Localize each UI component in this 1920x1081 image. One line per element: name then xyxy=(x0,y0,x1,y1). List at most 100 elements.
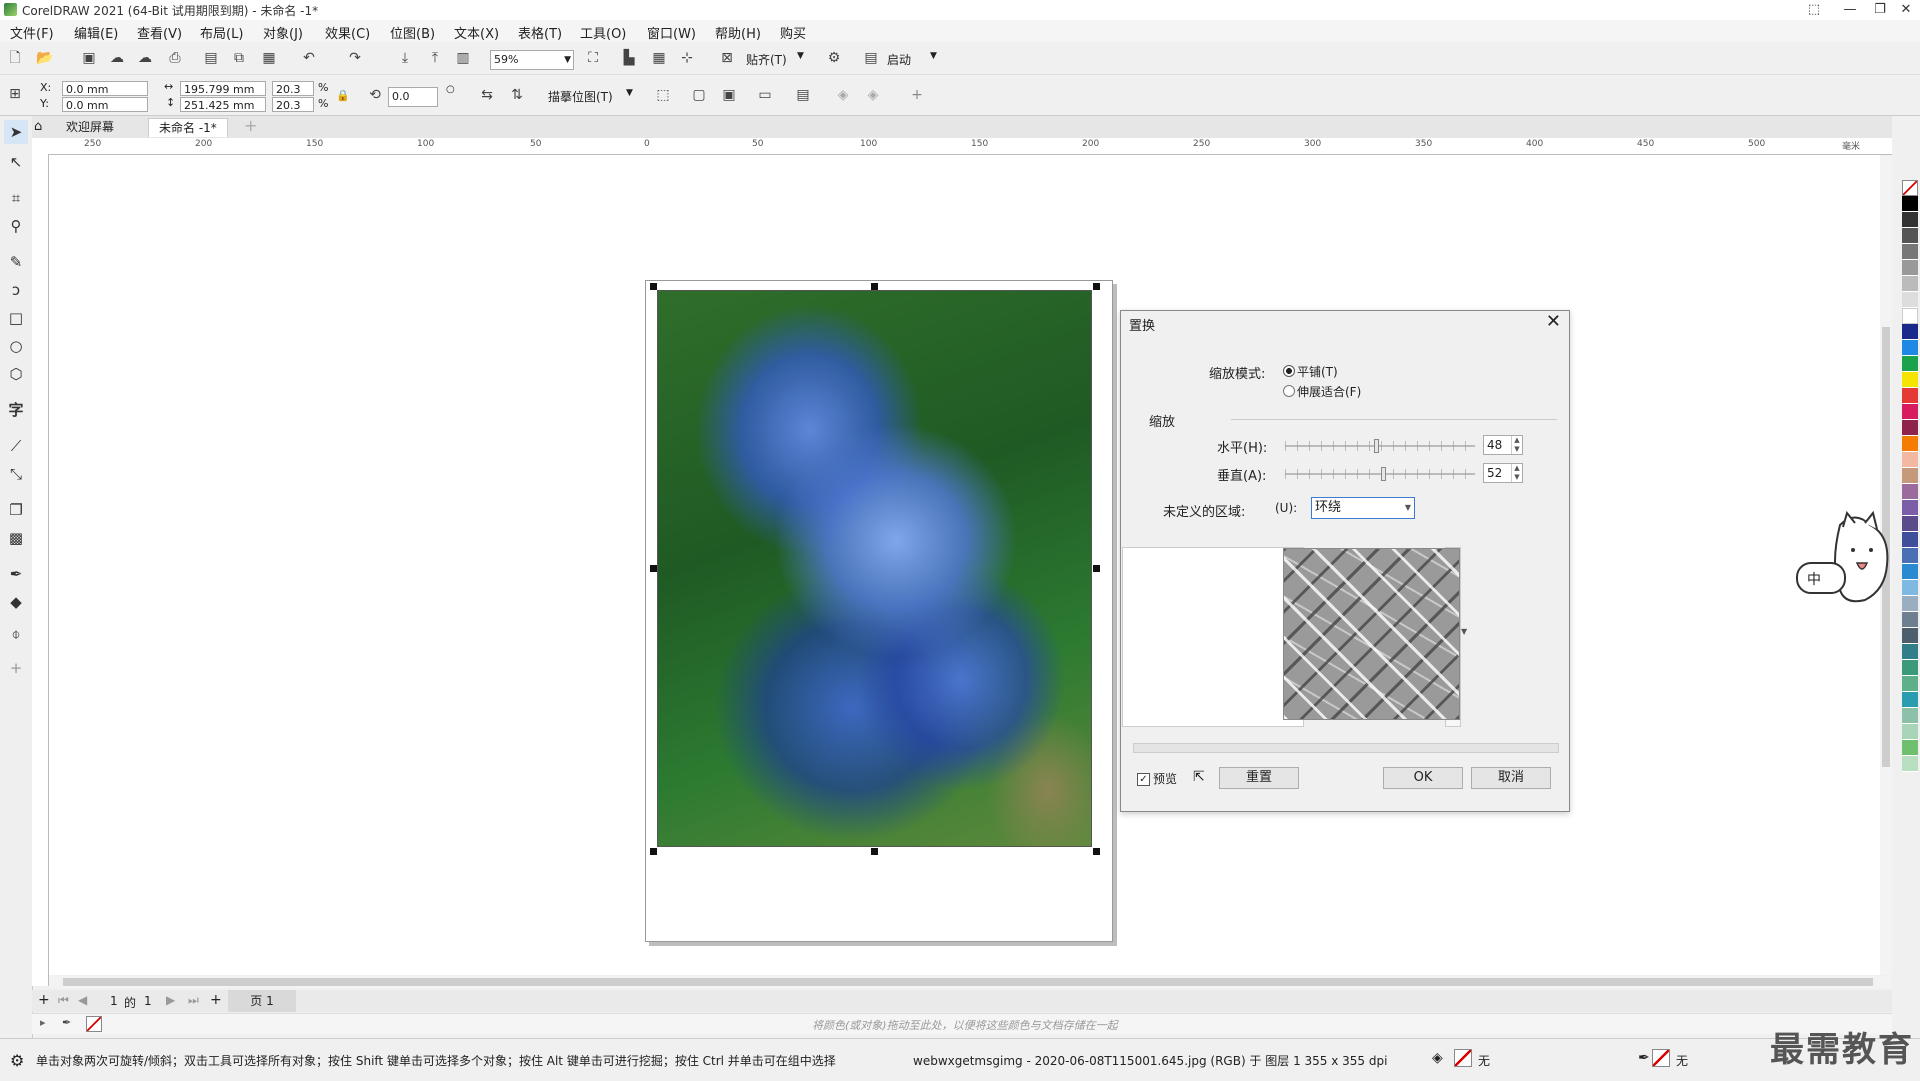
cloud-download-icon[interactable]: ☁ xyxy=(134,47,156,69)
transparency-icon[interactable]: ▩ xyxy=(4,526,28,550)
home-icon[interactable]: ⌂ xyxy=(34,119,42,134)
wrap-text-icon[interactable]: ▤ xyxy=(792,84,814,106)
selection-handle[interactable] xyxy=(1093,283,1100,290)
vertical-slider[interactable] xyxy=(1285,467,1475,481)
palette-swatch[interactable] xyxy=(1902,212,1918,228)
palette-swatch[interactable] xyxy=(1902,628,1918,644)
menu-bitmaps[interactable]: 位图(B) xyxy=(390,23,435,42)
horizontal-ruler[interactable]: 250 200 150 100 50 0 50 100 150 200 250 … xyxy=(32,138,1892,155)
freehand-tool-icon[interactable]: ✎ xyxy=(4,250,28,274)
undo-icon[interactable]: ↶ xyxy=(298,47,320,69)
snap-to-dropdown[interactable]: 贴齐(T) xyxy=(746,51,787,68)
polygon-tool-icon[interactable]: ⬡ xyxy=(4,362,28,386)
palette-swatch[interactable] xyxy=(1902,244,1918,260)
palette-swatch[interactable] xyxy=(1902,340,1918,356)
palette-swatch[interactable] xyxy=(1902,660,1918,676)
minimize-button[interactable]: — xyxy=(1836,0,1864,20)
selection-handle[interactable] xyxy=(871,848,878,855)
menu-effects[interactable]: 效果(C) xyxy=(325,23,370,42)
selection-handle[interactable] xyxy=(650,565,657,572)
zoom-tool-icon[interactable]: ⚲ xyxy=(4,214,28,238)
rulers-icon[interactable]: ▙ xyxy=(618,47,640,69)
ok-button[interactable]: OK xyxy=(1383,767,1463,789)
zoom-level-field[interactable]: 59% ▼ xyxy=(490,50,574,70)
resample-icon[interactable]: ▣ xyxy=(718,84,740,106)
palette-swatch[interactable] xyxy=(1902,468,1918,484)
cut-icon[interactable]: ▤ xyxy=(200,47,222,69)
edit-bitmap-icon[interactable]: ▢ xyxy=(688,84,710,106)
scale-height-field[interactable]: 20.3 xyxy=(272,97,314,112)
add-icon[interactable]: + xyxy=(906,84,928,106)
menu-object[interactable]: 对象(J) xyxy=(263,23,303,42)
palette-swatch[interactable] xyxy=(1902,740,1918,756)
stretch-fit-label[interactable]: 伸展适合(F) xyxy=(1297,383,1361,400)
crop-tool-icon[interactable]: ⌗ xyxy=(4,186,28,210)
palette-swatch[interactable] xyxy=(1902,372,1918,388)
import-icon[interactable]: ⤓ xyxy=(394,47,416,69)
selection-handle[interactable] xyxy=(871,283,878,290)
palette-swatch[interactable] xyxy=(1902,228,1918,244)
no-color-swatch[interactable] xyxy=(86,1016,102,1032)
vertical-spinbox[interactable]: 52 ▲ ▼ xyxy=(1483,463,1523,483)
rotation-angle-field[interactable]: 0.0 xyxy=(388,87,438,107)
undefined-area-select[interactable]: 环绕 ▼ xyxy=(1311,497,1415,519)
save-icon[interactable]: ▣ xyxy=(78,47,100,69)
dimension-tool-icon[interactable]: ⟋ xyxy=(4,434,28,458)
fill-swatch[interactable] xyxy=(1454,1049,1472,1067)
add-page-after-icon[interactable]: + xyxy=(210,992,222,1008)
palette-swatch[interactable] xyxy=(1902,724,1918,740)
artistic-media-icon[interactable]: ↄ xyxy=(4,278,28,302)
reset-button[interactable]: 重置 xyxy=(1219,767,1299,789)
palette-swatch[interactable] xyxy=(1902,308,1918,324)
grid-icon[interactable]: ▦ xyxy=(648,47,670,69)
palette-swatch[interactable] xyxy=(1902,452,1918,468)
palette-swatch[interactable] xyxy=(1902,708,1918,724)
palette-swatch[interactable] xyxy=(1902,436,1918,452)
ellipse-tool-icon[interactable]: ○ xyxy=(4,334,28,358)
crop-bitmap-icon[interactable]: ⬚ xyxy=(652,84,674,106)
pick-tool-icon[interactable]: ➤ xyxy=(4,120,28,144)
fill-bucket-icon[interactable]: ◈ xyxy=(1432,1050,1443,1066)
hydrangea-bitmap[interactable] xyxy=(657,290,1092,847)
slider-knob[interactable] xyxy=(1374,439,1379,453)
next-page-icon[interactable]: ▶ xyxy=(166,993,175,1007)
close-window-button[interactable]: ✕ xyxy=(1892,0,1920,20)
height-field[interactable]: 251.425 mm xyxy=(180,97,266,112)
paste-icon[interactable]: ▦ xyxy=(258,47,280,69)
pdf-icon[interactable]: ▥ xyxy=(452,47,474,69)
menu-help[interactable]: 帮助(H) xyxy=(715,23,761,42)
horizontal-slider[interactable] xyxy=(1285,439,1475,453)
copy-icon[interactable]: ⧉ xyxy=(228,47,250,69)
trace-bitmap-dropdown[interactable]: 描摹位图(T) xyxy=(548,88,613,105)
object-origin-icon[interactable]: ⊞ xyxy=(4,83,26,105)
cancel-button[interactable]: 取消 xyxy=(1471,767,1551,789)
new-tab-icon[interactable]: + xyxy=(244,116,257,135)
to-back-icon[interactable]: ◈ xyxy=(862,84,884,106)
chevron-right-icon[interactable]: ▸ xyxy=(40,1016,46,1029)
palette-swatch[interactable] xyxy=(1902,196,1918,212)
scroll-thumb[interactable] xyxy=(63,978,1873,986)
restore-small-icon[interactable]: ⬚ xyxy=(1800,0,1828,20)
palette-swatch[interactable] xyxy=(1902,676,1918,692)
chevron-down-icon[interactable]: ▼ xyxy=(797,51,804,61)
prev-page-icon[interactable]: ◀ xyxy=(78,993,87,1007)
snap-off-icon[interactable]: ⊠ xyxy=(716,47,738,69)
add-page-before-icon[interactable]: + xyxy=(38,992,50,1008)
gear-icon[interactable]: ⚙ xyxy=(10,1051,24,1070)
menu-edit[interactable]: 编辑(E) xyxy=(74,23,118,42)
rectangle-tool-icon[interactable]: □ xyxy=(4,306,28,330)
open-folder-icon[interactable]: 📂 xyxy=(34,47,56,69)
outline-pen-icon[interactable]: ✒ xyxy=(1638,1050,1650,1066)
displacement-pattern-preview[interactable] xyxy=(1283,548,1460,720)
shape-tool-icon[interactable]: ↖ xyxy=(4,150,28,174)
palette-swatch[interactable] xyxy=(1902,388,1918,404)
palette-swatch[interactable] xyxy=(1902,260,1918,276)
menu-tools[interactable]: 工具(O) xyxy=(580,23,626,42)
slider-knob[interactable] xyxy=(1381,467,1386,481)
selection-handle[interactable] xyxy=(650,848,657,855)
menu-file[interactable]: 文件(F) xyxy=(10,23,54,42)
export-icon[interactable]: ⤒ xyxy=(424,47,446,69)
close-icon[interactable]: ✕ xyxy=(1546,311,1561,332)
palette-swatch[interactable] xyxy=(1902,404,1918,420)
palette-swatch[interactable] xyxy=(1902,356,1918,372)
